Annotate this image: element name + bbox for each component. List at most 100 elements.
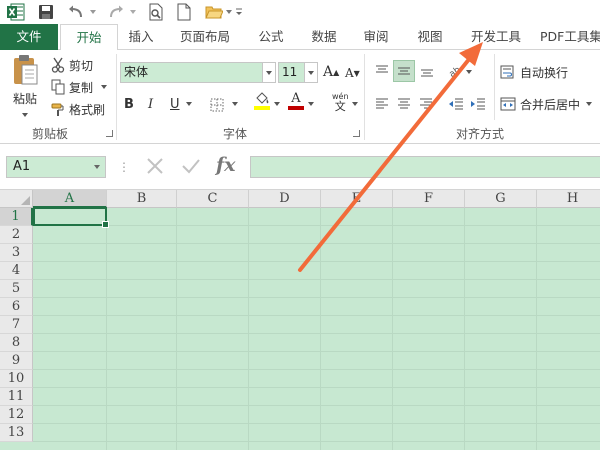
- folder-dropdown-icon[interactable]: [224, 2, 234, 22]
- tab-data[interactable]: 数据: [302, 24, 346, 50]
- row-gridline: [33, 297, 600, 298]
- fill-color-dropdown-icon[interactable]: [274, 94, 280, 114]
- font-dialog-launcher[interactable]: [353, 130, 360, 137]
- underline-button[interactable]: U: [170, 94, 180, 114]
- redo-icon[interactable]: [106, 2, 126, 22]
- fill-color-button[interactable]: [254, 92, 270, 114]
- cut-button[interactable]: 剪切: [50, 56, 93, 74]
- font-size-dropdown-icon[interactable]: [304, 63, 317, 82]
- column-header-h[interactable]: H: [537, 190, 600, 208]
- enter-check-icon[interactable]: [180, 155, 202, 180]
- increase-indent-button[interactable]: [468, 94, 488, 114]
- row-header-6[interactable]: 6: [0, 298, 33, 316]
- column-header-d[interactable]: D: [249, 190, 321, 208]
- clipboard-dialog-launcher[interactable]: [106, 130, 113, 137]
- tab-pdf-tools[interactable]: PDF工具集: [540, 24, 600, 50]
- orientation-dropdown-icon[interactable]: [466, 62, 472, 82]
- borders-dropdown-icon[interactable]: [232, 94, 238, 114]
- grow-font-button[interactable]: A ▲: [323, 62, 339, 82]
- row-gridline: [33, 423, 600, 424]
- align-center-button[interactable]: [394, 94, 414, 114]
- column-header-f[interactable]: F: [393, 190, 465, 208]
- tab-view[interactable]: 视图: [408, 24, 452, 50]
- column-gridline: [536, 208, 537, 450]
- quick-access-toolbar: [0, 0, 600, 24]
- tab-formulas[interactable]: 公式: [248, 24, 294, 50]
- undo-icon[interactable]: [66, 2, 86, 22]
- align-bottom-button[interactable]: [417, 61, 437, 81]
- wrap-text-button[interactable]: 自动换行: [500, 62, 568, 82]
- underline-dropdown-icon[interactable]: [186, 94, 192, 114]
- font-color-dropdown-icon[interactable]: [308, 94, 314, 114]
- copy-button[interactable]: 复制: [50, 78, 108, 96]
- tab-file[interactable]: 文件: [0, 24, 58, 50]
- formula-input[interactable]: [250, 156, 600, 178]
- align-left-button[interactable]: [372, 94, 392, 114]
- active-cell-selection[interactable]: [33, 207, 109, 228]
- column-header-b[interactable]: B: [107, 190, 177, 208]
- phonetic-dropdown-icon[interactable]: [352, 94, 358, 114]
- row-header-1[interactable]: 1: [0, 208, 33, 226]
- row-header-13[interactable]: 13: [0, 424, 33, 442]
- borders-icon[interactable]: [210, 95, 224, 115]
- font-name-dropdown-icon[interactable]: [262, 63, 275, 82]
- row-header-3[interactable]: 3: [0, 244, 33, 262]
- spreadsheet-grid[interactable]: ABCDEFGH 1 2 3 4 5 6 7 8 9 10 11 12 13: [0, 190, 600, 450]
- save-icon[interactable]: [36, 2, 56, 22]
- row-header-9[interactable]: 9: [0, 352, 33, 370]
- shrink-font-button[interactable]: A ▼: [345, 63, 360, 83]
- row-header-2[interactable]: 2: [0, 226, 33, 244]
- row-header-12[interactable]: 12: [0, 406, 33, 424]
- redo-dropdown-icon[interactable]: [128, 2, 138, 22]
- insert-function-button[interactable]: fx: [216, 154, 236, 176]
- open-folder-icon[interactable]: [204, 2, 224, 22]
- format-painter-button[interactable]: 格式刷: [50, 100, 105, 118]
- decrease-indent-button[interactable]: [446, 94, 466, 114]
- column-header-a[interactable]: A: [33, 190, 107, 208]
- tab-insert[interactable]: 插入: [120, 24, 162, 50]
- tab-page-layout[interactable]: 页面布局: [172, 24, 238, 50]
- align-bottom-icon: [421, 69, 433, 77]
- tab-developer[interactable]: 开发工具: [462, 24, 530, 50]
- bold-button[interactable]: B: [124, 94, 134, 114]
- paste-button[interactable]: 粘贴: [6, 54, 44, 122]
- paste-dropdown-icon[interactable]: [22, 113, 28, 117]
- cancel-icon[interactable]: [144, 155, 166, 180]
- row-header-10[interactable]: 10: [0, 370, 33, 388]
- align-middle-button[interactable]: [393, 60, 415, 82]
- column-header-c[interactable]: C: [177, 190, 249, 208]
- copy-label: 复制: [69, 80, 94, 95]
- row-header-5[interactable]: 5: [0, 280, 33, 298]
- copy-dropdown-icon[interactable]: [101, 85, 108, 89]
- orientation-button[interactable]: ab: [446, 61, 466, 81]
- font-name-combobox[interactable]: 宋体: [120, 62, 276, 83]
- row-header-7[interactable]: 7: [0, 316, 33, 334]
- row-gridline: [33, 405, 600, 406]
- name-box-dropdown-icon[interactable]: [94, 165, 100, 169]
- name-box[interactable]: A1: [6, 156, 106, 178]
- customize-toolbar-icon[interactable]: [234, 2, 244, 22]
- font-size-combobox[interactable]: 11: [278, 62, 318, 83]
- italic-button[interactable]: I: [148, 94, 153, 114]
- font-color-button[interactable]: A: [288, 92, 304, 114]
- merge-center-dropdown-icon[interactable]: [586, 102, 593, 106]
- align-right-button[interactable]: [416, 94, 436, 114]
- formula-bar-splitter[interactable]: ⋮: [118, 158, 130, 176]
- select-all-button[interactable]: [0, 190, 33, 208]
- row-header-4[interactable]: 4: [0, 262, 33, 280]
- column-gridline: [392, 208, 393, 450]
- row-header-8[interactable]: 8: [0, 334, 33, 352]
- merge-center-button[interactable]: 合并后居中: [500, 94, 593, 114]
- phonetic-button[interactable]: wén 文: [332, 92, 349, 116]
- row-header-11[interactable]: 11: [0, 388, 33, 406]
- print-preview-icon[interactable]: [146, 2, 166, 22]
- tab-review[interactable]: 审阅: [354, 24, 398, 50]
- column-header-e[interactable]: E: [321, 190, 393, 208]
- new-document-icon[interactable]: [174, 2, 194, 22]
- align-top-button[interactable]: [372, 61, 392, 81]
- tab-home[interactable]: 开始: [60, 24, 118, 51]
- column-header-g[interactable]: G: [465, 190, 537, 208]
- undo-dropdown-icon[interactable]: [88, 2, 98, 22]
- column-gridline: [106, 208, 107, 450]
- group-separator: [364, 54, 365, 140]
